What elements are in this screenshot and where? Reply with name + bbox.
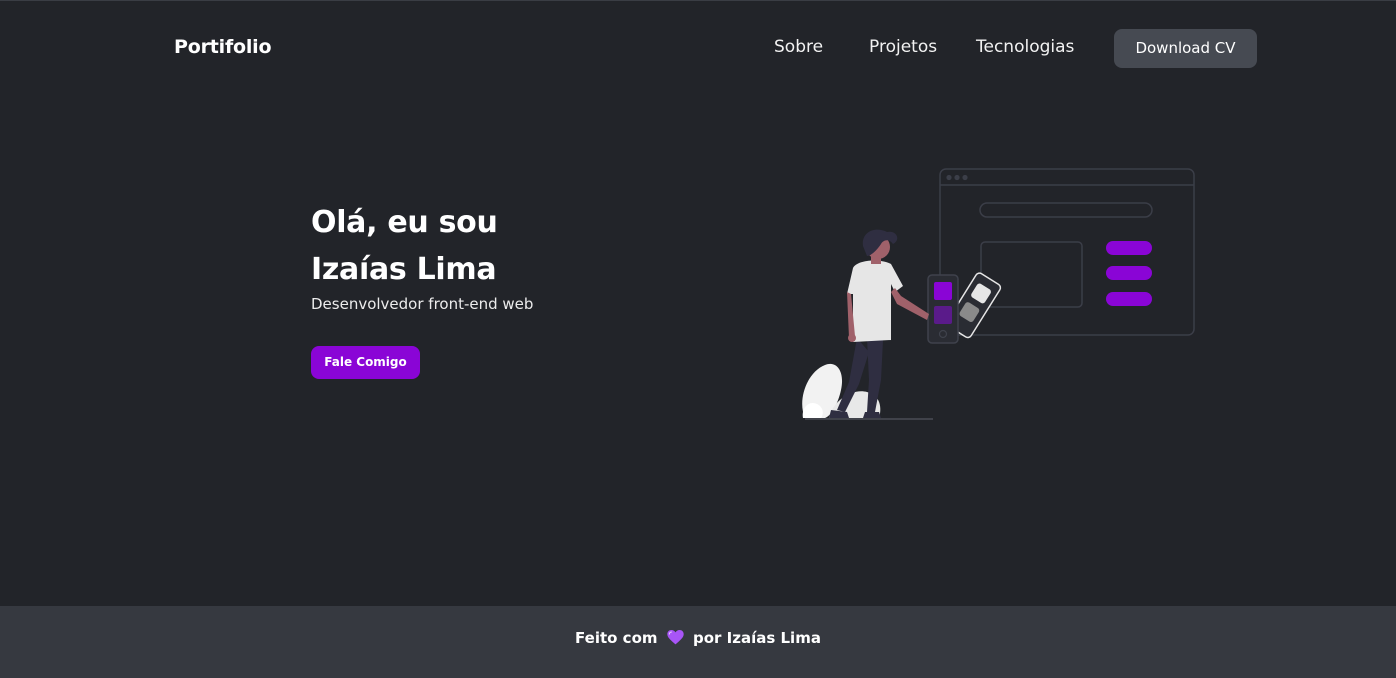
hero-subtitle: Desenvolvedor front-end web [311, 295, 534, 313]
site-footer: Feito com por Izaías Lima [0, 606, 1396, 678]
developer-illustration [802, 168, 1195, 420]
purple-heart-icon [667, 630, 684, 645]
contact-me-button[interactable]: Fale Comigo [311, 346, 420, 379]
person-graphic [829, 229, 929, 418]
hero-title-line-2: Izaías Lima [311, 252, 497, 287]
footer-text-before: Feito com [575, 629, 658, 647]
nav-link-projetos[interactable]: Projetos [869, 37, 937, 57]
brand-logo-text[interactable]: Portifolio [174, 36, 272, 58]
download-cv-button[interactable]: Download CV [1114, 29, 1257, 68]
phone-graphic [927, 274, 959, 344]
nav-link-tecnologias[interactable]: Tecnologias [976, 37, 1074, 57]
footer-credit: Feito com por Izaías Lima [0, 606, 1396, 678]
hero-title-line-1: Olá, eu sou [311, 205, 498, 240]
hero-title: Olá, eu sou Izaías Lima [311, 199, 498, 293]
footer-text-after: por Izaías Lima [692, 629, 821, 647]
site-header: Portifolio Sobre Projetos Tecnologias Do… [0, 0, 1396, 96]
nav-link-sobre[interactable]: Sobre [774, 37, 823, 57]
